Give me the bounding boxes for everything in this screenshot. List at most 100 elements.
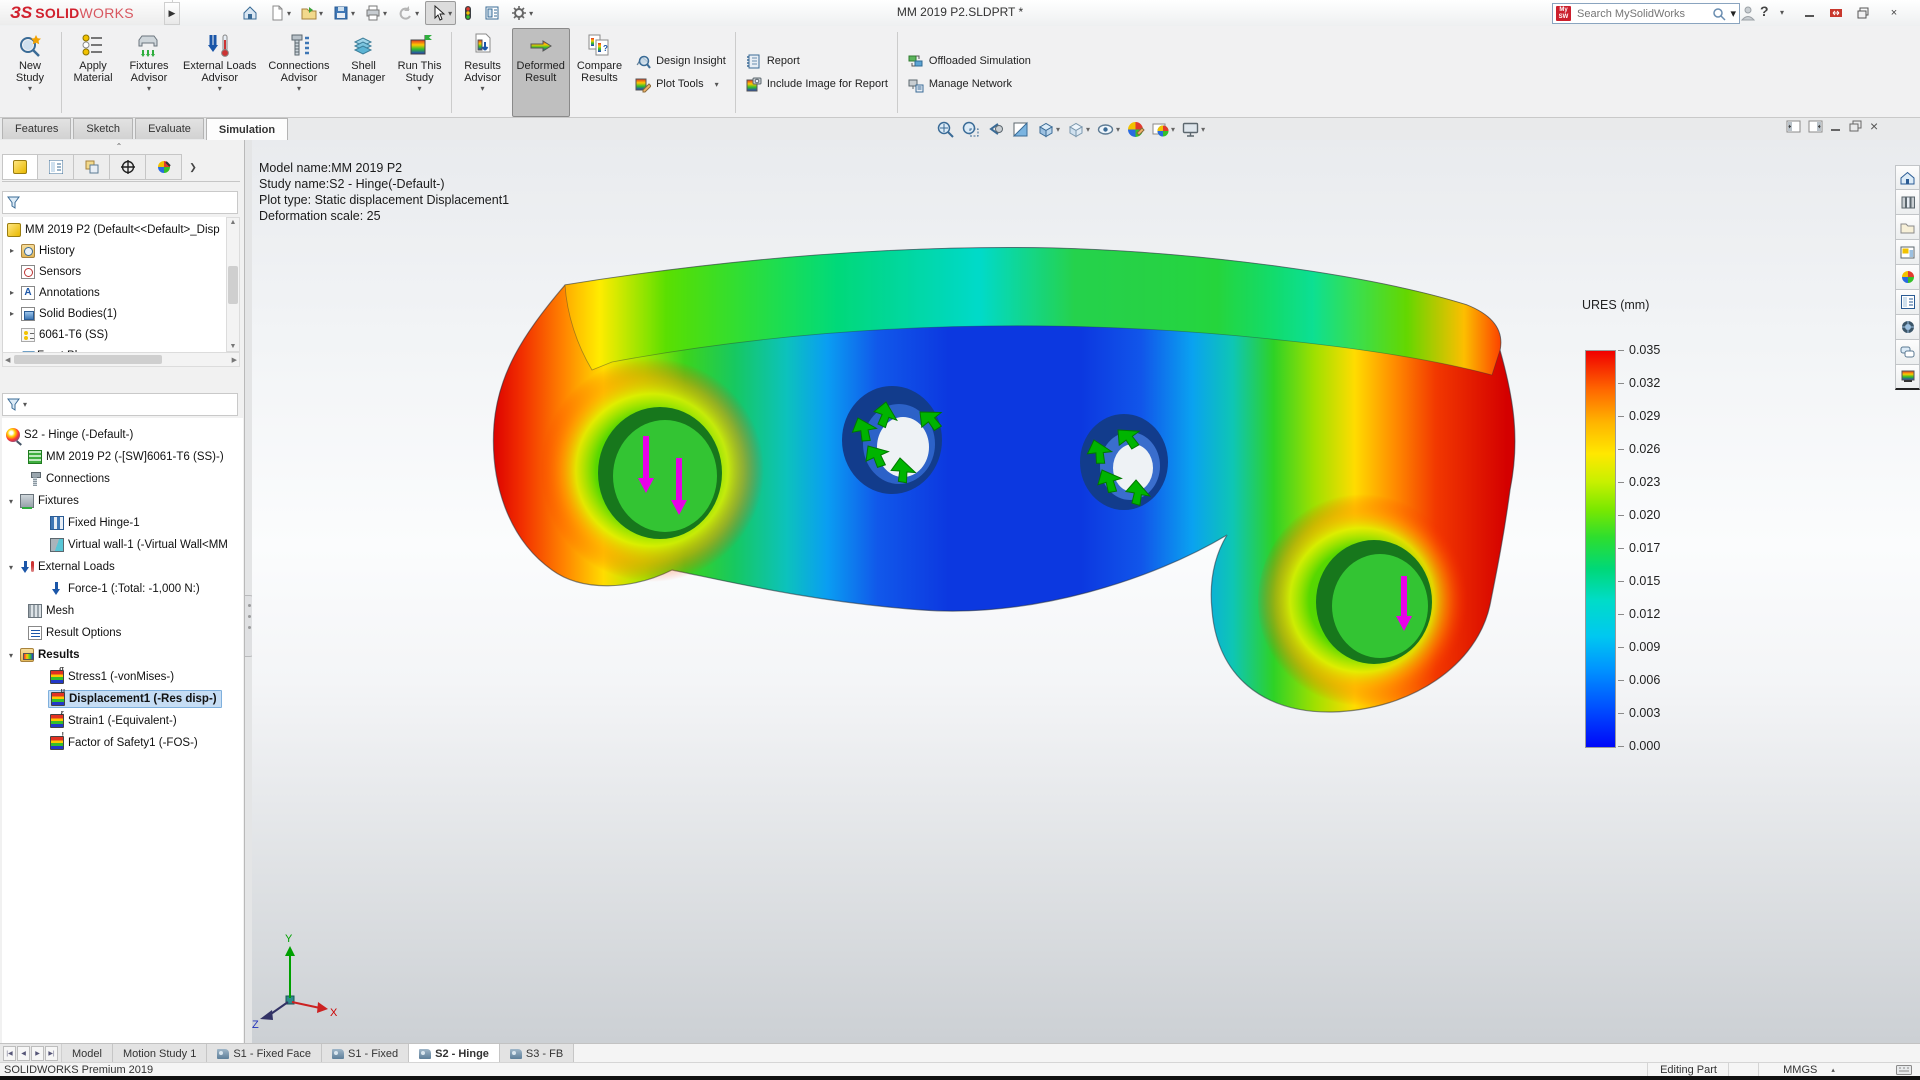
tree-item-study-part[interactable]: MM 2019 P2 (-[SW]6061-T6 (SS)-) (2, 446, 243, 468)
tree-item-history[interactable]: ▸ History (3, 240, 227, 261)
tree-item-connections[interactable]: Connections (2, 468, 243, 490)
help-button[interactable]: ? (1760, 3, 1769, 19)
tab-property-manager[interactable] (38, 154, 74, 180)
model-canvas[interactable]: Y X Z (252, 140, 1920, 1043)
ribbon-button-report[interactable]: Report (745, 53, 888, 70)
tree-item-study-root[interactable]: S2 - Hinge (-Default-) (2, 424, 243, 446)
ribbon-button-compare-results[interactable]: ? Compare Results (572, 28, 627, 117)
tab-sketch[interactable]: Sketch (73, 118, 133, 139)
dropdown-arrow[interactable]: ▾ (147, 85, 151, 93)
print-button[interactable]: ▾ (361, 2, 390, 24)
home-tab-icon[interactable] (1895, 165, 1920, 190)
tree-item-external-loads[interactable]: ▾ External Loads (2, 556, 243, 578)
tree-item-result-options[interactable]: Result Options (2, 622, 243, 644)
tree-item-displacement-plot[interactable]: u Displacement1 (-Res disp-) (2, 688, 243, 710)
minimize-button[interactable] (1800, 4, 1820, 22)
user-account-icon[interactable] (1740, 5, 1756, 21)
view-orientation-icon[interactable]: ▾ (1035, 119, 1061, 140)
appearances-icon[interactable] (1895, 265, 1920, 290)
next-tab-button[interactable]: ▶ (31, 1046, 44, 1061)
tree-item-material[interactable]: 6061-T6 (SS) (3, 324, 227, 345)
previous-tab-button[interactable]: ◀ (17, 1046, 30, 1061)
tree-item-stress-plot[interactable]: σ Stress1 (-vonMises-) (2, 666, 243, 688)
feature-tree-horizontal-scrollbar[interactable]: ◀▶ (2, 352, 240, 367)
apply-scene-icon[interactable]: ▾ (1150, 119, 1176, 140)
tree-item-force[interactable]: Force-1 (:Total: -1,000 N:) (2, 578, 243, 600)
ribbon-button-shell-manager[interactable]: Shell Manager (337, 28, 391, 117)
forum-icon[interactable] (1895, 340, 1920, 365)
ribbon-button-plot-tools[interactable]: Plot Tools ▾ (634, 76, 726, 93)
pane-left-toggle-icon[interactable] (1786, 120, 1801, 133)
ribbon-button-offloaded-simulation[interactable]: Offloaded Simulation (907, 53, 1031, 70)
hide-show-items-icon[interactable]: ▾ (1095, 119, 1121, 140)
ribbon-button-apply-material[interactable]: Apply Material (66, 28, 120, 117)
display-pane-button[interactable] (480, 2, 504, 24)
pane-restore-icon[interactable] (1849, 120, 1863, 133)
status-keyboard-icon[interactable] (1888, 1063, 1920, 1077)
dropdown-arrow[interactable]: ▾ (418, 85, 422, 93)
help-dropdown-arrow[interactable]: ▾ (1780, 8, 1784, 17)
tab-motion-study-1[interactable]: Motion Study 1 (113, 1044, 207, 1063)
filter-dropdown-arrow[interactable]: ▾ (23, 400, 27, 409)
view-palette-icon[interactable] (1895, 240, 1920, 265)
dropdown-arrow[interactable]: ▾ (715, 80, 719, 89)
ribbon-button-design-insight[interactable]: Design Insight (634, 53, 726, 70)
ribbon-button-external-loads-advisor[interactable]: External Loads Advisor ▾ (178, 28, 261, 117)
expander-icon[interactable]: ▸ (7, 309, 17, 318)
tab-s1-fixed-face[interactable]: S1 - Fixed Face (207, 1044, 322, 1063)
tree-item-fixtures[interactable]: ▾ Fixtures (2, 490, 243, 512)
home-button[interactable] (238, 2, 262, 24)
ribbon-button-manage-network[interactable]: Manage Network (907, 76, 1031, 93)
file-explorer-icon[interactable] (1895, 215, 1920, 240)
undo-button[interactable]: ▾ (393, 2, 422, 24)
performance-pipeline-button[interactable] (459, 2, 477, 24)
ribbon-button-deformed-result[interactable]: Deformed Result (512, 28, 570, 117)
tab-dimxpert-manager[interactable] (110, 154, 146, 180)
tab-feature-manager[interactable] (2, 154, 38, 180)
pane-minimize-icon[interactable] (1830, 120, 1842, 133)
tab-model[interactable]: Model (62, 1044, 113, 1063)
search-box[interactable]: My SW ▾ (1552, 3, 1740, 24)
status-unit-system[interactable]: MMGS▴ (1758, 1063, 1859, 1077)
tree-item-virtual-wall[interactable]: Virtual wall-1 (-Virtual Wall<MM (2, 534, 243, 556)
previous-view-icon[interactable] (985, 119, 1006, 140)
new-document-button[interactable]: ▾ (265, 2, 294, 24)
ribbon-button-run-this-study[interactable]: Run This Study ▾ (393, 28, 447, 117)
tab-s3-fb[interactable]: S3 - FB (500, 1044, 574, 1063)
tab-display-manager[interactable] (146, 154, 182, 180)
tree-item-fixed-hinge[interactable]: Fixed Hinge-1 (2, 512, 243, 534)
tree-item-fos-plot[interactable]: ! Factor of Safety1 (-FOS-) (2, 732, 243, 754)
tab-configuration-manager[interactable] (74, 154, 110, 180)
solidworks-resources-icon[interactable] (1895, 315, 1920, 340)
study-tree-filter[interactable]: ▾ (2, 393, 238, 416)
dropdown-arrow[interactable]: ▾ (297, 85, 301, 93)
dropdown-arrow[interactable]: ▾ (481, 85, 485, 93)
expander-icon[interactable]: ▸ (7, 288, 17, 297)
options-button[interactable]: ▾ (507, 2, 536, 24)
expander-icon[interactable]: ▾ (6, 563, 16, 572)
feature-tree-vertical-scrollbar[interactable]: ▲▼ (226, 217, 240, 352)
pane-right-toggle-icon[interactable] (1808, 120, 1823, 133)
restore-button[interactable] (1853, 4, 1873, 22)
open-button[interactable]: ▾ (297, 2, 326, 24)
last-tab-button[interactable]: ▶| (45, 1046, 58, 1061)
tree-item-part-root[interactable]: MM 2019 P2 (Default<<Default>_Disp (3, 219, 227, 240)
tree-item-solid-bodies[interactable]: ▸ Solid Bodies(1) (3, 303, 227, 324)
panel-tabs-overflow-arrow[interactable]: ❯ (182, 154, 204, 180)
tree-item-mesh[interactable]: Mesh (2, 600, 243, 622)
search-input[interactable] (1575, 7, 1708, 21)
simulation-resources-icon[interactable] (1895, 365, 1920, 390)
select-tool-button[interactable]: ▾ (425, 1, 456, 25)
ribbon-button-fixtures-advisor[interactable]: Fixtures Advisor ▾ (122, 28, 176, 117)
tree-item-sensors[interactable]: Sensors (3, 261, 227, 282)
display-style-icon[interactable]: ▾ (1065, 119, 1091, 140)
dropdown-arrow[interactable]: ▾ (28, 85, 32, 93)
search-icon[interactable] (1712, 7, 1726, 21)
expander-icon[interactable]: ▾ (6, 497, 16, 506)
feature-tree-filter[interactable] (2, 191, 238, 214)
ribbon-button-connections-advisor[interactable]: Connections Advisor ▾ (263, 28, 334, 117)
dropdown-arrow[interactable]: ▾ (218, 85, 222, 93)
tree-item-front-plane[interactable]: Front Plane (3, 345, 227, 352)
edit-appearance-icon[interactable] (1125, 119, 1146, 140)
close-button[interactable]: × (1884, 4, 1904, 22)
